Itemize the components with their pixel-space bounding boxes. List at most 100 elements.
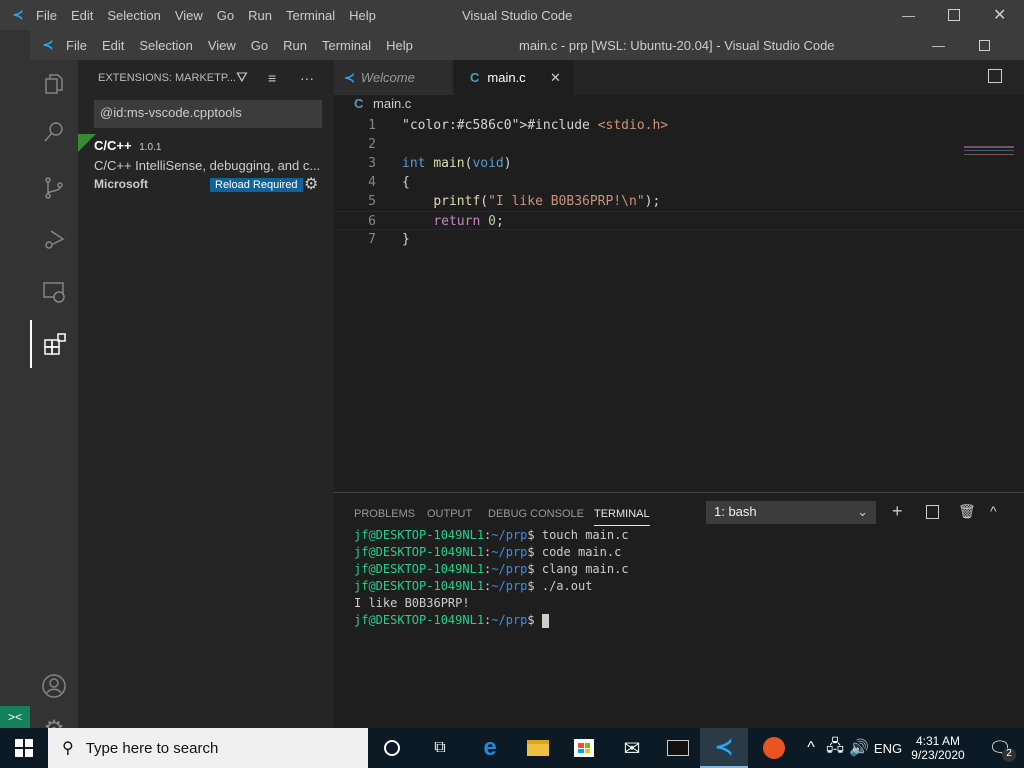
remote-explorer-icon[interactable] (30, 268, 78, 316)
menu-help[interactable]: Help (386, 38, 413, 53)
line-text: "color:#c586c0">#include <stdio.h> (402, 118, 669, 133)
breadcrumb[interactable]: C main.c (354, 96, 411, 111)
code-editor[interactable]: 1 "color:#c586c0">#include <stdio.h> 2 3 int… (334, 116, 1024, 249)
menu-selection[interactable]: Selection (139, 38, 192, 53)
sidebar-title: EXTENSIONS: MARKETP... (98, 71, 236, 84)
menu-view[interactable]: View (175, 8, 203, 23)
code-line[interactable]: 2 (334, 135, 1024, 154)
extensions-icon[interactable] (30, 320, 78, 368)
language-indicator[interactable]: ENG (872, 728, 904, 768)
windows-start-icon[interactable] (0, 728, 48, 768)
sidebar-header: EXTENSIONS: MARKETP... ⛛ ≡ ··· (78, 60, 334, 95)
close-tab-icon[interactable]: ✕ (550, 70, 561, 86)
more-actions-icon[interactable]: ··· (300, 70, 314, 86)
menu-terminal[interactable]: Terminal (322, 38, 371, 53)
split-editor-icon[interactable] (988, 69, 1002, 83)
maximize-panel-chevron-up-icon[interactable]: ^ (990, 503, 997, 519)
code-line[interactable]: 4{ (334, 173, 1024, 192)
run-debug-icon[interactable] (30, 216, 78, 264)
network-icon[interactable]: 🖧 (824, 728, 846, 768)
editor-tabs: ≺ Welcome C main.c ✕ (334, 60, 1024, 95)
extensions-sidebar: EXTENSIONS: MARKETP... ⛛ ≡ ··· @id:ms-vs… (78, 60, 334, 728)
notifications-icon[interactable]: 🗨 2 (976, 728, 1024, 768)
code-line[interactable]: 3 int main(void) (334, 154, 1024, 173)
chevron-down-icon: ⌄ (857, 504, 868, 519)
tab-welcome[interactable]: ≺ Welcome (334, 60, 452, 95)
task-view-icon[interactable]: ⧉ (416, 728, 464, 768)
tab-main-c[interactable]: C main.c ✕ (454, 60, 574, 95)
tab-problems[interactable]: PROBLEMS (354, 508, 415, 520)
line-text: { (402, 175, 410, 190)
tab-terminal[interactable]: TERMINAL (594, 508, 650, 526)
taskbar-search-input[interactable]: ⚲ Type here to search (48, 728, 368, 768)
extension-list-item[interactable]: C/C++ 1.0.1 C/C++ IntelliSense, debuggin… (78, 134, 334, 196)
file-explorer-icon[interactable] (514, 728, 562, 768)
code-line[interactable]: 7} (334, 230, 1024, 249)
line-number: 7 (368, 232, 376, 247)
code-line[interactable]: 1 "color:#c586c0">#include <stdio.h> (334, 116, 1024, 135)
clock[interactable]: 4:31 AM 9/23/2020 (906, 728, 970, 768)
menu-file[interactable]: File (66, 38, 87, 53)
maximize-button[interactable] (979, 39, 990, 51)
editor-area: ≺ Welcome C main.c ✕ C main.c 1 "color:#c… (334, 60, 1024, 490)
show-hidden-icons-chevron-up-icon[interactable]: ^ (798, 728, 824, 768)
extensions-search-input[interactable]: @id:ms-vscode.cpptools (94, 100, 322, 128)
ubuntu-icon[interactable] (750, 728, 798, 768)
minimize-button[interactable]: — (932, 38, 945, 53)
vscode-taskbar-icon[interactable]: ≺ (700, 728, 748, 768)
terminal-select[interactable]: 1: bash ⌄ (706, 501, 876, 524)
extension-settings-gear-icon[interactable]: ⚙ (304, 174, 318, 194)
activity-bar: ⚙ (30, 60, 78, 743)
search-icon[interactable] (30, 108, 78, 156)
minimize-button[interactable]: — (902, 8, 915, 23)
code-line[interactable]: 6 return 0; (334, 211, 1024, 230)
remote-indicator[interactable]: >< (0, 706, 30, 728)
menu-file[interactable]: File (36, 8, 57, 23)
line-number: 5 (368, 194, 376, 209)
extension-description: C/C++ IntelliSense, debugging, and c... (94, 158, 321, 173)
terminal-app-icon[interactable] (654, 728, 702, 768)
reload-required-button[interactable]: Reload Required (210, 178, 303, 192)
terminal-line: jf@DESKTOP-1049NL1:~/prp$ touch main.c (354, 528, 629, 542)
menu-edit[interactable]: Edit (71, 8, 93, 23)
menu-edit[interactable]: Edit (102, 38, 124, 53)
close-button[interactable]: ✕ (993, 5, 1006, 25)
outer-activity-bar (0, 30, 30, 728)
vscode-logo-icon: ≺ (42, 37, 54, 52)
tab-debug-console[interactable]: DEBUG CONSOLE (488, 508, 584, 520)
source-control-icon[interactable] (30, 164, 78, 212)
terminal-line: jf@DESKTOP-1049NL1:~/prp$ code main.c (354, 545, 622, 559)
menu-view[interactable]: View (208, 38, 236, 53)
code-line[interactable]: 5 printf("I like B0B36PRP!\n"); (334, 192, 1024, 211)
filter-icon[interactable]: ⛛ (236, 69, 248, 86)
edge-icon[interactable]: e (466, 728, 514, 768)
accounts-icon[interactable] (30, 662, 78, 710)
menu-go[interactable]: Go (217, 8, 234, 23)
kill-terminal-trash-icon[interactable]: 🗑 (958, 503, 976, 520)
maximize-button[interactable] (948, 9, 960, 21)
terminal-output[interactable]: jf@DESKTOP-1049NL1:~/prp$ touch main.c jf… (354, 527, 629, 629)
cortana-icon[interactable] (368, 728, 416, 768)
bottom-panel: PROBLEMS OUTPUT DEBUG CONSOLE TERMINAL 1… (334, 492, 1024, 728)
menu-terminal[interactable]: Terminal (286, 8, 335, 23)
explorer-icon[interactable] (30, 60, 78, 108)
menu-go[interactable]: Go (251, 38, 268, 53)
outer-window-title: Visual Studio Code (462, 7, 573, 23)
clear-results-icon[interactable]: ≡ (268, 70, 276, 86)
line-number: 3 (368, 156, 376, 171)
menu-help[interactable]: Help (349, 8, 376, 23)
menu-selection[interactable]: Selection (107, 8, 160, 23)
mail-icon[interactable]: ✉ (608, 728, 656, 768)
volume-icon[interactable]: 🔊 (848, 728, 870, 768)
minimap[interactable] (964, 146, 1014, 158)
line-number: 4 (368, 175, 376, 190)
new-terminal-icon[interactable]: + (892, 501, 903, 522)
tab-output[interactable]: OUTPUT (427, 508, 472, 520)
split-terminal-icon[interactable] (926, 505, 939, 519)
vscode-logo-icon: ≺ (12, 7, 24, 22)
store-icon[interactable] (560, 728, 608, 768)
line-text: int main(void) (402, 156, 512, 171)
extension-version: 1.0.1 (139, 142, 162, 153)
menu-run[interactable]: Run (283, 38, 307, 53)
menu-run[interactable]: Run (248, 8, 272, 23)
